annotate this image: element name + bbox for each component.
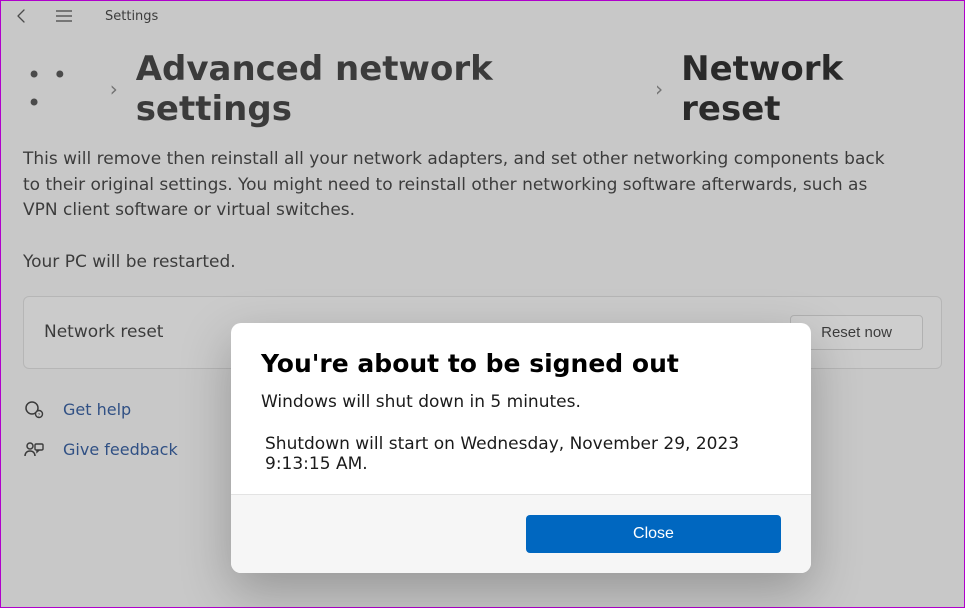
dialog-message-2: Shutdown will start on Wednesday, Novemb… bbox=[261, 434, 781, 474]
dialog-actions: Close bbox=[231, 494, 811, 573]
dialog-message-1: Windows will shut down in 5 minutes. bbox=[261, 392, 781, 412]
dialog-title: You're about to be signed out bbox=[261, 349, 781, 378]
settings-window: Settings • • • › Advanced network settin… bbox=[0, 0, 965, 608]
dialog-body: You're about to be signed out Windows wi… bbox=[231, 323, 811, 494]
close-button[interactable]: Close bbox=[526, 515, 781, 553]
signout-dialog: You're about to be signed out Windows wi… bbox=[231, 323, 811, 573]
